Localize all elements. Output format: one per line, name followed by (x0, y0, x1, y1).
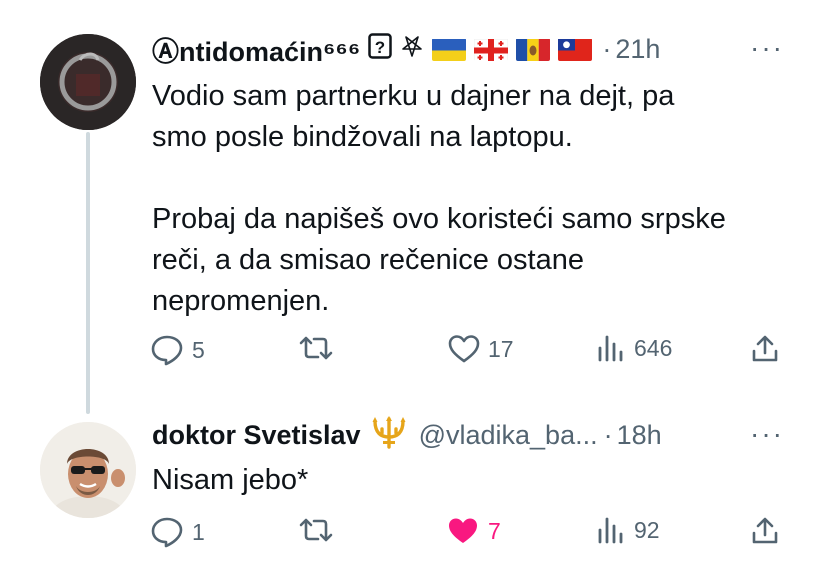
question-box-icon: ? (368, 32, 393, 66)
reply-button[interactable]: 1 (150, 516, 205, 548)
avatar[interactable] (40, 34, 136, 130)
views-button[interactable]: 92 (596, 516, 660, 544)
text-line: Nisam jebo* (152, 464, 309, 496)
timestamp[interactable]: 21h (615, 34, 660, 65)
action-bar: 1 7 92 (150, 516, 790, 556)
name-badges: ? (368, 32, 593, 66)
retweet-icon (298, 334, 334, 362)
tweet[interactable]: doktor Svetislav @vladika_ba... · 18h ··… (0, 400, 828, 564)
separator-dot: · (602, 33, 612, 64)
reply-count: 5 (192, 336, 205, 363)
text-line: Probaj da napišeš ovo koristeći samo srp… (152, 203, 726, 235)
avatar-image (40, 34, 136, 130)
text-line: Vodio sam partnerku u dajner na dejt, pa (152, 80, 675, 112)
avatar[interactable] (40, 422, 136, 518)
user-handle[interactable]: @vladika_ba... (419, 420, 598, 451)
tweet[interactable]: Ⓐntidomaćin⁶⁶⁶ ? · 21h ··· Vodio sam par… (0, 0, 828, 400)
avatar-image (40, 422, 136, 518)
view-count: 646 (634, 334, 673, 361)
like-count: 7 (488, 517, 501, 544)
flag-moldova-icon (516, 38, 551, 61)
heart-icon (448, 334, 480, 364)
share-icon (750, 334, 780, 364)
more-options-button[interactable]: ··· (750, 418, 784, 450)
views-button[interactable]: 646 (596, 334, 672, 362)
retweet-button[interactable] (298, 516, 342, 544)
share-button[interactable] (750, 516, 780, 546)
more-options-button[interactable]: ··· (750, 32, 784, 64)
flag-taiwan-icon (558, 38, 593, 61)
action-bar: 5 17 646 (150, 334, 790, 374)
reply-icon (150, 516, 184, 548)
flag-ukraine-icon (432, 38, 467, 61)
tweet-text: Nisam jebo* (152, 460, 308, 501)
reply-button[interactable]: 5 (150, 334, 205, 366)
tweet-header: doktor Svetislav @vladika_ba... · 18h (152, 415, 662, 452)
view-count: 92 (634, 516, 660, 543)
text-line: nepromenjen. (152, 285, 330, 317)
share-icon (750, 516, 780, 546)
heart-filled-icon (446, 516, 480, 546)
views-icon (596, 334, 626, 362)
text-line: smo posle bindžovali na laptopu. (152, 121, 573, 153)
svg-text:?: ? (375, 38, 385, 57)
like-count: 17 (488, 335, 514, 362)
display-name[interactable]: doktor Svetislav (152, 420, 361, 451)
text-line (152, 158, 726, 199)
display-name[interactable]: Ⓐntidomaćin⁶⁶⁶ (152, 30, 360, 69)
retweet-icon (298, 516, 334, 544)
trident-icon (369, 415, 409, 456)
views-icon (596, 516, 626, 544)
text-line: reči, a da smisao rečenice ostane (152, 244, 584, 276)
tweet-header: Ⓐntidomaćin⁶⁶⁶ ? · 21h (152, 30, 660, 69)
reply-count: 1 (192, 518, 205, 545)
pentagram-icon (400, 34, 424, 65)
tweet-text: Vodio sam partnerku u dajner na dejt, pa… (152, 76, 726, 322)
reply-icon (150, 334, 184, 366)
retweet-button[interactable] (298, 334, 342, 362)
like-button[interactable]: 7 (446, 516, 501, 546)
like-button[interactable]: 17 (448, 334, 514, 364)
separator-dot: · (603, 419, 613, 450)
timestamp[interactable]: 18h (617, 420, 662, 451)
share-button[interactable] (750, 334, 780, 364)
flag-georgia-icon (474, 38, 509, 61)
